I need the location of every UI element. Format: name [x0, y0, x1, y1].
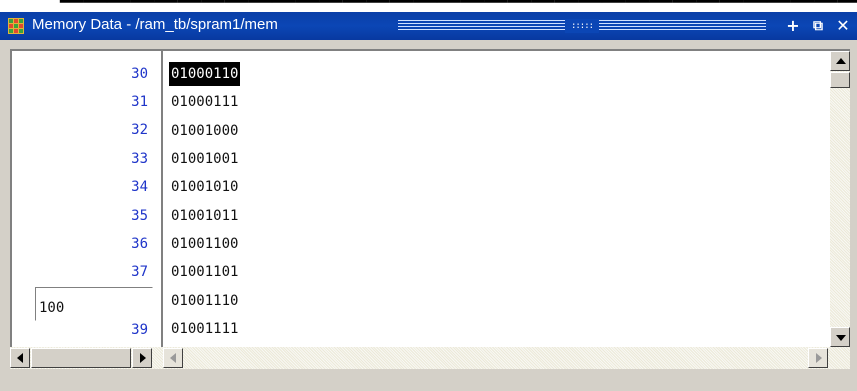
background-heading-fragment: ▀▀▀▀▀▀▀▀▀▀▀▀▀▀▀▀▀▀▀▀▀▀▀▀▀▀▀▀▀▀▀▀▀▀▀▀▀▀▀▀…: [60, 0, 857, 12]
data-scroll-right-button[interactable]: [808, 348, 828, 368]
arrow-right-icon: [816, 353, 822, 363]
memory-value-cell[interactable]: 01001001: [169, 147, 240, 171]
address-label: 31: [131, 94, 148, 110]
memory-values-column: 01000110 01000111 01001000 01001001 0100…: [163, 51, 830, 347]
address-scroll-right-button[interactable]: [132, 348, 152, 368]
address-label: 32: [131, 122, 148, 138]
memory-content-area: 30 31 32 33 34 35 36 37 39 01000110 0100…: [10, 49, 850, 347]
address-column: 30 31 32 33 34 35 36 37 39: [12, 51, 163, 347]
address-label: 33: [131, 151, 148, 167]
title-bar[interactable]: Memory Data - /ram_tb/spram1/mem ::::: +…: [0, 12, 857, 40]
memory-value-cell[interactable]: 01001000: [169, 119, 240, 143]
address-scroll-left-button[interactable]: [10, 348, 30, 368]
address-label: 39: [131, 322, 148, 338]
scroll-down-button[interactable]: [830, 327, 850, 347]
vertical-scroll-thumb[interactable]: [830, 72, 850, 88]
arrow-left-icon: [170, 353, 176, 363]
address-horizontal-scrollbar[interactable]: [10, 347, 163, 369]
memory-app-icon: [8, 18, 24, 34]
drag-grip[interactable]: :::::: [398, 12, 766, 40]
vertical-scrollbar[interactable]: [830, 51, 850, 347]
background-heading-strip: ▀▀▀▀▀▀▀▀▀▀▀▀▀▀▀▀▀▀▀▀▀▀▀▀▀▀▀▀▀▀▀▀▀▀▀▀▀▀▀▀…: [0, 0, 857, 12]
grip-dots-icon: :::::: [565, 19, 599, 33]
memory-value-cell[interactable]: 01000110: [169, 62, 241, 86]
memory-value-cell[interactable]: 01001110: [169, 289, 240, 313]
scroll-up-button[interactable]: [830, 51, 850, 71]
memory-value-cell[interactable]: 01001010: [169, 175, 240, 199]
undock-button[interactable]: ⧉: [809, 17, 827, 35]
arrow-up-icon: [836, 58, 846, 64]
address-label: 35: [131, 208, 148, 224]
address-horizontal-thumb[interactable]: [31, 348, 131, 368]
memory-data-window: Memory Data - /ram_tb/spram1/mem ::::: +…: [0, 12, 857, 391]
memory-value-cell[interactable]: 01000111: [169, 90, 240, 114]
address-label: 34: [131, 179, 148, 195]
address-label: 36: [131, 236, 148, 252]
horizontal-scroll-bar: [10, 347, 850, 369]
data-scroll-left-button[interactable]: [163, 348, 183, 368]
memory-value-cell[interactable]: 01001101: [169, 260, 240, 284]
data-horizontal-scrollbar[interactable]: [163, 347, 850, 369]
memory-value-cell[interactable]: 01001111: [169, 317, 240, 341]
window-title: Memory Data - /ram_tb/spram1/mem: [32, 16, 278, 33]
close-button[interactable]: ✕: [834, 17, 852, 35]
arrow-down-icon: [836, 335, 846, 341]
arrow-left-icon: [17, 353, 23, 363]
address-label: 30: [131, 66, 148, 82]
arrow-right-icon: [140, 353, 146, 363]
dock-button[interactable]: +: [784, 17, 802, 35]
memory-value-cell[interactable]: 01001011: [169, 204, 240, 228]
address-label: 37: [131, 264, 148, 280]
memory-value-cell[interactable]: 01001100: [169, 232, 240, 256]
